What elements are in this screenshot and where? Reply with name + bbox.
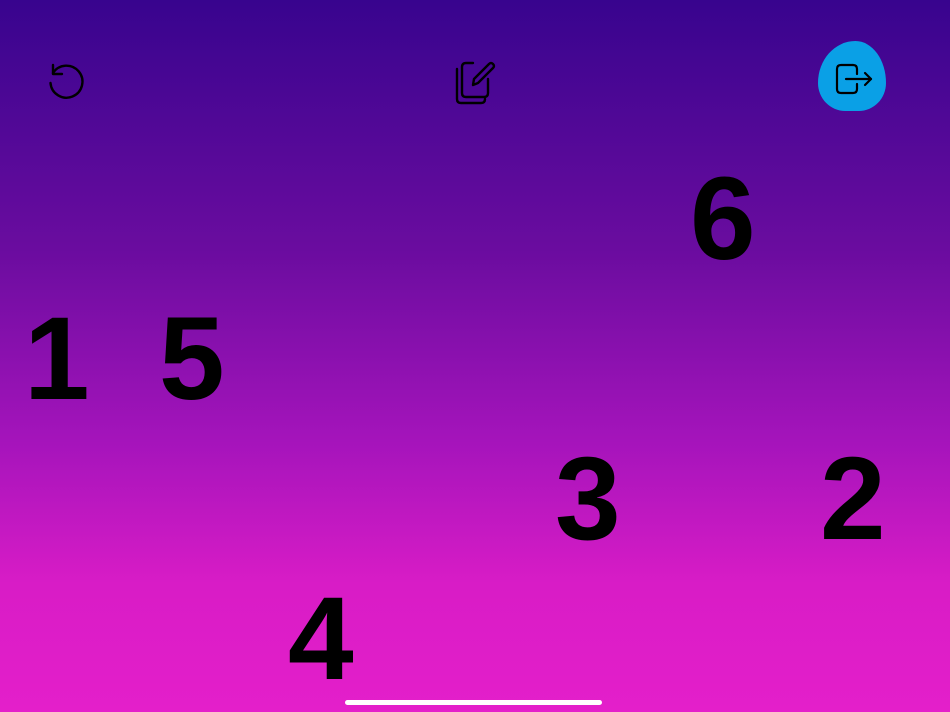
home-indicator[interactable] <box>345 700 602 705</box>
number-tile-1[interactable]: 1 <box>24 300 90 418</box>
exit-door-icon <box>833 57 875 99</box>
number-tile-5[interactable]: 5 <box>159 300 225 418</box>
restart-button[interactable] <box>40 55 92 107</box>
edit-button[interactable] <box>443 53 499 109</box>
number-tile-2[interactable]: 2 <box>820 440 886 558</box>
number-tile-3[interactable]: 3 <box>555 440 621 558</box>
edit-copy-icon <box>446 55 496 107</box>
number-tile-4[interactable]: 4 <box>288 580 354 698</box>
restart-icon <box>44 59 88 103</box>
exit-button[interactable] <box>818 41 886 111</box>
number-tile-6[interactable]: 6 <box>690 160 756 278</box>
